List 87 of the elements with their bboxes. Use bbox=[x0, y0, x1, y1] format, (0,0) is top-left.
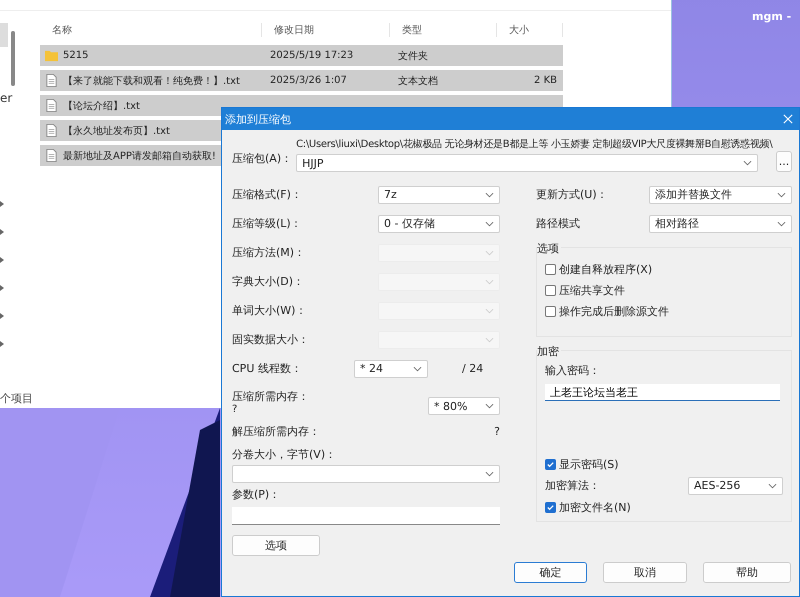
file-row[interactable]: 【来了就能下载和观看！纯免费！】.txt 2025/3/26 1:07 文本文档 2 KB bbox=[40, 70, 563, 91]
file-name: 【来了就能下载和观看！纯免费！】.txt bbox=[63, 74, 240, 88]
file-name: 【永久地址发布页】.txt bbox=[63, 124, 170, 138]
chevron-icon bbox=[485, 220, 494, 226]
browse-button[interactable]: ... bbox=[776, 151, 792, 172]
chevron-icon bbox=[485, 192, 494, 198]
field-label: 固实数据大小： bbox=[232, 332, 309, 347]
pin-icon[interactable] bbox=[0, 201, 4, 207]
file-type: 文本文档 bbox=[397, 74, 439, 88]
pin-icon[interactable] bbox=[0, 285, 4, 291]
field-label: 单词大小(W)： bbox=[232, 303, 306, 318]
document-icon bbox=[45, 99, 58, 112]
dropdown[interactable]: 0 - 仅存储 bbox=[378, 214, 500, 232]
column-header[interactable]: 大小 bbox=[497, 23, 563, 37]
parameters-field[interactable] bbox=[232, 507, 500, 525]
file-type: 文件夹 bbox=[397, 50, 429, 62]
pin-icon[interactable] bbox=[0, 257, 4, 263]
memory-value: ? bbox=[232, 404, 238, 415]
archive-name-dropdown[interactable]: HJJP bbox=[296, 154, 758, 172]
modified-date: 2025/5/19 17:23 bbox=[269, 50, 354, 61]
field-label: 压缩所需内存： bbox=[232, 389, 309, 404]
column-header[interactable]: 修改日期 bbox=[262, 23, 390, 37]
password-field[interactable]: 上老王论坛当老王 bbox=[545, 384, 780, 402]
close-icon[interactable] bbox=[783, 114, 793, 124]
memory-dropdown[interactable]: * 80% bbox=[428, 397, 500, 415]
status-text: 个项目 bbox=[0, 391, 33, 406]
dialog-button[interactable]: 取消 bbox=[603, 562, 687, 583]
chevron-icon bbox=[777, 220, 786, 226]
chevron-icon bbox=[768, 482, 777, 489]
thread-max: / 24 bbox=[462, 362, 484, 375]
nav-item-highlight bbox=[0, 23, 8, 47]
checkbox[interactable]: 压缩共享文件 bbox=[545, 283, 625, 298]
chevron-icon bbox=[485, 336, 494, 342]
dropdown[interactable]: 相对路径 bbox=[649, 214, 792, 232]
modified-date: 2025/3/26 1:07 bbox=[269, 75, 348, 86]
dropdown[interactable]: 添加并替换文件 bbox=[649, 186, 792, 204]
chevron-icon bbox=[485, 278, 494, 284]
window-title: mgm - bbox=[752, 10, 792, 23]
file-name: 【论坛介绍】.txt bbox=[63, 100, 140, 112]
thread-dropdown[interactable]: * 24 bbox=[354, 360, 428, 378]
column-header[interactable]: 名称 bbox=[40, 23, 262, 37]
field-label: CPU 线程数： bbox=[232, 361, 302, 376]
document-icon bbox=[45, 149, 58, 162]
chevron-icon bbox=[485, 308, 494, 314]
field-label: 输入密码： bbox=[545, 363, 601, 378]
document-icon bbox=[45, 74, 58, 87]
field-label: 压缩方法(M)： bbox=[232, 245, 306, 260]
field-label: 参数(P)： bbox=[232, 487, 282, 503]
encryption-dropdown[interactable]: AES-256 bbox=[688, 476, 783, 495]
group-title: 选项 bbox=[537, 241, 561, 256]
field-label: 路径模式 bbox=[536, 216, 580, 231]
field-label: 分卷大小，字节(V)： bbox=[232, 447, 338, 463]
field-label: 加密算法： bbox=[545, 478, 600, 494]
folder-icon bbox=[45, 49, 58, 62]
dropdown[interactable]: 7z bbox=[378, 186, 500, 204]
field-label: 压缩格式(F)： bbox=[232, 187, 302, 202]
column-header[interactable]: 类型 bbox=[390, 23, 497, 37]
nav-item[interactable]: er bbox=[0, 91, 12, 105]
chevron-icon bbox=[485, 471, 494, 477]
file-name: 5215 bbox=[63, 50, 88, 61]
field-label: 解压缩所需内存： bbox=[232, 424, 320, 438]
archive-label: 压缩包(A)： bbox=[232, 151, 292, 167]
dialog-button[interactable]: 确定 bbox=[514, 562, 587, 583]
file-size: 2 KB bbox=[533, 75, 558, 86]
chevron-icon bbox=[485, 250, 494, 256]
memory-value: ? bbox=[494, 424, 500, 438]
pin-icon[interactable] bbox=[0, 313, 4, 319]
pin-icon[interactable] bbox=[0, 229, 4, 235]
options-button[interactable]: 选项 bbox=[232, 535, 320, 556]
group-title: 加密 bbox=[537, 344, 561, 359]
file-row[interactable]: 5215 2025/5/19 17:23 文件夹 bbox=[40, 45, 563, 66]
file-name: 最新地址及APP请发邮箱自动获取! bbox=[63, 150, 216, 162]
checkbox[interactable]: 操作完成后删除源文件 bbox=[545, 304, 669, 319]
chevron-icon bbox=[777, 192, 786, 198]
pin-icon[interactable] bbox=[0, 341, 4, 347]
archive-path: C:\Users\liuxi\Desktop\花椒极品 无论身材还是B都是上等 小玉娇妻 定制超级VIP大尺度裸舞掰B自慰诱惑视频\ bbox=[296, 138, 772, 151]
field-label: 压缩等级(L)： bbox=[232, 216, 302, 231]
chevron-icon bbox=[743, 160, 752, 166]
checkbox[interactable]: 加密文件名(N) bbox=[545, 500, 631, 516]
checkbox[interactable]: 显示密码(S) bbox=[545, 456, 619, 472]
field-label: 字典大小(D)： bbox=[232, 274, 304, 289]
dialog-button[interactable]: 帮助 bbox=[703, 562, 791, 583]
document-icon bbox=[45, 124, 58, 137]
chevron-icon bbox=[413, 366, 422, 372]
checkbox[interactable]: 创建自释放程序(X) bbox=[545, 262, 652, 277]
field-label: 更新方式(U)： bbox=[536, 187, 608, 202]
chevron-icon bbox=[485, 403, 494, 409]
